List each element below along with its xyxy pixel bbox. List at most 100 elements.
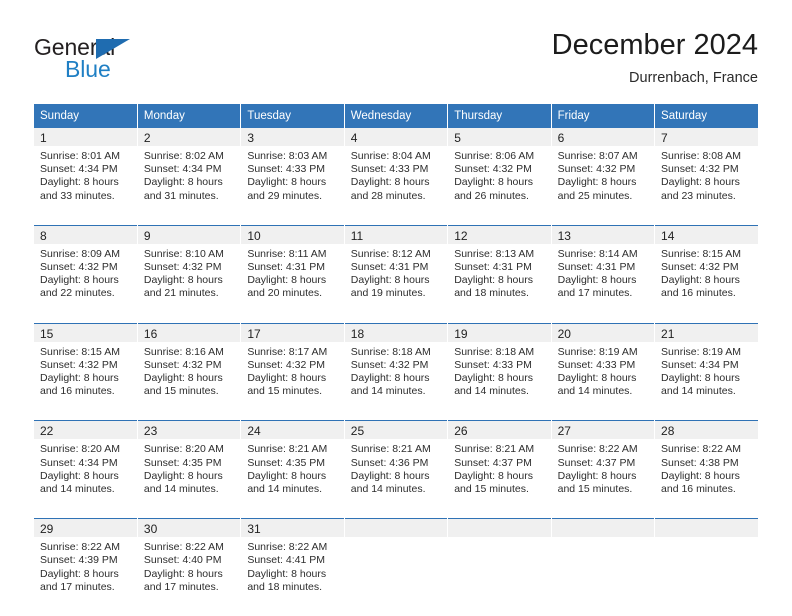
daylight-text-line2: and 15 minutes. xyxy=(557,483,633,496)
day-number-band: 19 xyxy=(448,323,551,342)
daylight-text-line2: and 15 minutes. xyxy=(143,385,219,398)
day-number-band xyxy=(655,519,758,538)
day-detail: Sunrise: 8:03 AM Sunset: 4:33 PM Daylight:… xyxy=(241,146,343,225)
daylight-text-line2: and 14 minutes. xyxy=(40,483,115,496)
day-cell[interactable]: 9 Sunrise: 8:10 AM Sunset: 4:32 PM Daylight… xyxy=(137,224,242,324)
daylight-text-line1: Daylight: 8 hours xyxy=(350,274,430,287)
daylight-text-line1: Daylight: 8 hours xyxy=(557,372,637,385)
daylight-text-line1: Daylight: 8 hours xyxy=(247,274,327,287)
sunset-text: Sunset: 4:40 PM xyxy=(143,554,222,567)
daylight-text-line1: Daylight: 8 hours xyxy=(247,176,327,189)
day-cell[interactable]: 27 Sunrise: 8:22 AM Sunset: 4:37 PM Dayligh… xyxy=(551,420,656,519)
day-cell[interactable]: 11 Sunrise: 8:12 AM Sunset: 4:31 PM Dayligh… xyxy=(344,224,449,324)
daylight-text-line2: and 18 minutes. xyxy=(247,580,323,593)
calendar-table: Sunday Monday Tuesday Wednesday Thursday Frid… xyxy=(34,104,758,616)
sunrise-text: Sunrise: 8:20 AM xyxy=(143,443,224,456)
generalblue-logo[interactable]: General Blue xyxy=(34,34,254,96)
day-cell[interactable]: 8 Sunrise: 8:09 AM Sunset: 4:32 PM Daylight… xyxy=(34,224,138,324)
day-cell[interactable]: 14 Sunrise: 8:15 AM Sunset: 4:32 PM Dayligh… xyxy=(654,224,758,324)
day-number: 17 xyxy=(247,326,261,341)
sunset-text: Sunset: 4:31 PM xyxy=(350,261,429,274)
daylight-text-line1: Daylight: 8 hours xyxy=(350,176,430,189)
day-number: 29 xyxy=(40,522,54,537)
daylight-text-line2: and 16 minutes. xyxy=(40,385,115,398)
day-cell[interactable]: 15 Sunrise: 8:15 AM Sunset: 4:32 PM Dayligh… xyxy=(34,322,138,421)
day-cell[interactable]: 7 Sunrise: 8:08 AM Sunset: 4:32 PM Daylight… xyxy=(655,128,758,225)
day-number: 5 xyxy=(454,131,461,145)
day-cell[interactable]: 19 Sunrise: 8:18 AM Sunset: 4:33 PM Dayligh… xyxy=(447,322,552,421)
page-title: December 2024 xyxy=(551,29,758,61)
day-cell[interactable]: 25 Sunrise: 8:21 AM Sunset: 4:36 PM Dayligh… xyxy=(344,420,449,519)
day-cell[interactable]: 13 Sunrise: 8:14 AM Sunset: 4:31 PM Dayligh… xyxy=(551,224,656,324)
day-cell[interactable]: 17 Sunrise: 8:17 AM Sunset: 4:32 PM Dayligh… xyxy=(240,322,345,421)
daylight-text-line1: Daylight: 8 hours xyxy=(143,274,223,287)
daylight-text-line1: Daylight: 8 hours xyxy=(247,567,327,580)
sunset-text: Sunset: 4:33 PM xyxy=(350,163,429,176)
day-cell[interactable]: 21 Sunrise: 8:19 AM Sunset: 4:34 PM Dayligh… xyxy=(654,322,758,421)
day-number: 6 xyxy=(557,131,565,145)
daylight-text-line1: Daylight: 8 hours xyxy=(40,274,119,287)
sunrise-text: Sunrise: 8:04 AM xyxy=(350,150,431,162)
daylight-text-line1: Daylight: 8 hours xyxy=(143,469,223,482)
day-number: 9 xyxy=(143,228,151,243)
day-cell[interactable]: 3 Sunrise: 8:03 AM Sunset: 4:33 PM Daylight… xyxy=(240,128,345,226)
daylight-text-line2: and 14 minutes. xyxy=(350,385,426,398)
calendar-week-row: 15 Sunrise: 8:15 AM Sunset: 4:32 PM Dayligh… xyxy=(34,322,758,421)
daylight-text-line2: and 33 minutes. xyxy=(40,189,115,202)
calendar-week-row: 29 Sunrise: 8:22 AM Sunset: 4:39 PM Dayligh… xyxy=(34,518,758,616)
day-number-band: 22 xyxy=(34,421,137,440)
day-cell[interactable]: 29 Sunrise: 8:22 AM Sunset: 4:39 PM Dayligh… xyxy=(34,518,138,616)
day-detail: Sunrise: 8:21 AM Sunset: 4:36 PM Daylight:… xyxy=(345,439,447,518)
daylight-text-line1: Daylight: 8 hours xyxy=(454,469,533,482)
day-detail: Sunrise: 8:06 AM Sunset: 4:32 PM Daylight:… xyxy=(448,146,550,225)
daylight-text-line1: Daylight: 8 hours xyxy=(350,469,430,482)
day-cell[interactable]: 31 Sunrise: 8:22 AM Sunset: 4:41 PM Dayligh… xyxy=(240,518,345,616)
sunrise-text: Sunrise: 8:22 AM xyxy=(143,541,224,554)
sunset-text: Sunset: 4:35 PM xyxy=(247,456,325,469)
daylight-text-line1: Daylight: 8 hours xyxy=(247,372,327,385)
day-cell[interactable]: 12 Sunrise: 8:13 AM Sunset: 4:31 PM Dayligh… xyxy=(447,224,552,324)
sunrise-text: Sunrise: 8:11 AM xyxy=(247,247,327,260)
day-cell[interactable]: 10 Sunrise: 8:11 AM Sunset: 4:31 PM Dayligh… xyxy=(240,224,345,324)
day-number-band: 2 xyxy=(137,128,241,146)
sunrise-text: Sunrise: 8:07 AM xyxy=(557,150,638,162)
sunset-text: Sunset: 4:32 PM xyxy=(40,261,118,274)
day-cell[interactable]: 26 Sunrise: 8:21 AM Sunset: 4:37 PM Dayligh… xyxy=(447,420,552,519)
day-cell[interactable]: 24 Sunrise: 8:21 AM Sunset: 4:35 PM Dayligh… xyxy=(240,420,345,519)
calendar-week-row: 22 Sunrise: 8:20 AM Sunset: 4:34 PM Dayligh… xyxy=(34,420,758,519)
day-cell[interactable]: 6 Sunrise: 8:07 AM Sunset: 4:32 PM Daylight… xyxy=(551,128,656,226)
sunrise-text: Sunrise: 8:13 AM xyxy=(454,247,535,260)
day-number-band: 30 xyxy=(137,519,241,538)
day-cell[interactable]: 16 Sunrise: 8:16 AM Sunset: 4:32 PM Dayligh… xyxy=(137,322,242,421)
day-cell[interactable]: 20 Sunrise: 8:19 AM Sunset: 4:33 PM Dayligh… xyxy=(551,322,656,421)
day-number-band: 5 xyxy=(448,128,551,146)
sunset-text: Sunset: 4:32 PM xyxy=(143,358,222,371)
daylight-text-line1: Daylight: 8 hours xyxy=(247,469,327,482)
day-cell[interactable]: 5 Sunrise: 8:06 AM Sunset: 4:32 PM Daylight… xyxy=(447,128,552,226)
day-cell[interactable]: 28 Sunrise: 8:22 AM Sunset: 4:38 PM Dayligh… xyxy=(654,420,758,519)
day-number-band: 26 xyxy=(448,421,551,440)
sunset-text: Sunset: 4:32 PM xyxy=(247,358,325,371)
day-detail: Sunrise: 8:12 AM Sunset: 4:31 PM Daylight:… xyxy=(345,244,447,323)
day-cell[interactable]: 23 Sunrise: 8:20 AM Sunset: 4:35 PM Dayligh… xyxy=(137,420,242,519)
day-cell[interactable]: 22 Sunrise: 8:20 AM Sunset: 4:34 PM Dayligh… xyxy=(34,420,138,519)
daylight-text-line1: Daylight: 8 hours xyxy=(661,469,740,482)
day-detail: Sunrise: 8:01 AM Sunset: 4:34 PM Daylight:… xyxy=(34,146,137,225)
day-detail: Sunrise: 8:02 AM Sunset: 4:34 PM Daylight:… xyxy=(138,146,240,225)
day-cell[interactable]: 2 Sunrise: 8:02 AM Sunset: 4:34 PM Daylight… xyxy=(137,128,242,226)
page-subtitle: Durrenbach, France xyxy=(629,70,758,86)
day-cell[interactable]: 4 Sunrise: 8:04 AM Sunset: 4:33 PM Daylight… xyxy=(344,128,449,226)
day-detail: Sunrise: 8:18 AM Sunset: 4:33 PM Daylight:… xyxy=(448,342,550,421)
sunrise-text: Sunrise: 8:22 AM xyxy=(661,443,741,456)
daylight-text-line2: and 16 minutes. xyxy=(661,287,736,300)
sunset-text: Sunset: 4:35 PM xyxy=(143,456,222,469)
day-cell[interactable]: 30 Sunrise: 8:22 AM Sunset: 4:40 PM Dayligh… xyxy=(137,518,242,616)
day-cell[interactable]: 1 Sunrise: 8:01 AM Sunset: 4:34 PM Daylight… xyxy=(34,128,138,226)
day-number: 1 xyxy=(40,131,47,145)
sunset-text: Sunset: 4:34 PM xyxy=(143,163,222,176)
day-detail: Sunrise: 8:10 AM Sunset: 4:32 PM Daylight:… xyxy=(138,244,240,323)
day-cell[interactable]: 18 Sunrise: 8:18 AM Sunset: 4:32 PM Dayligh… xyxy=(344,322,449,421)
daylight-text-line1: Daylight: 8 hours xyxy=(40,469,119,482)
daylight-text-line1: Daylight: 8 hours xyxy=(454,176,533,189)
day-detail: Sunrise: 8:18 AM Sunset: 4:32 PM Daylight:… xyxy=(345,342,447,421)
